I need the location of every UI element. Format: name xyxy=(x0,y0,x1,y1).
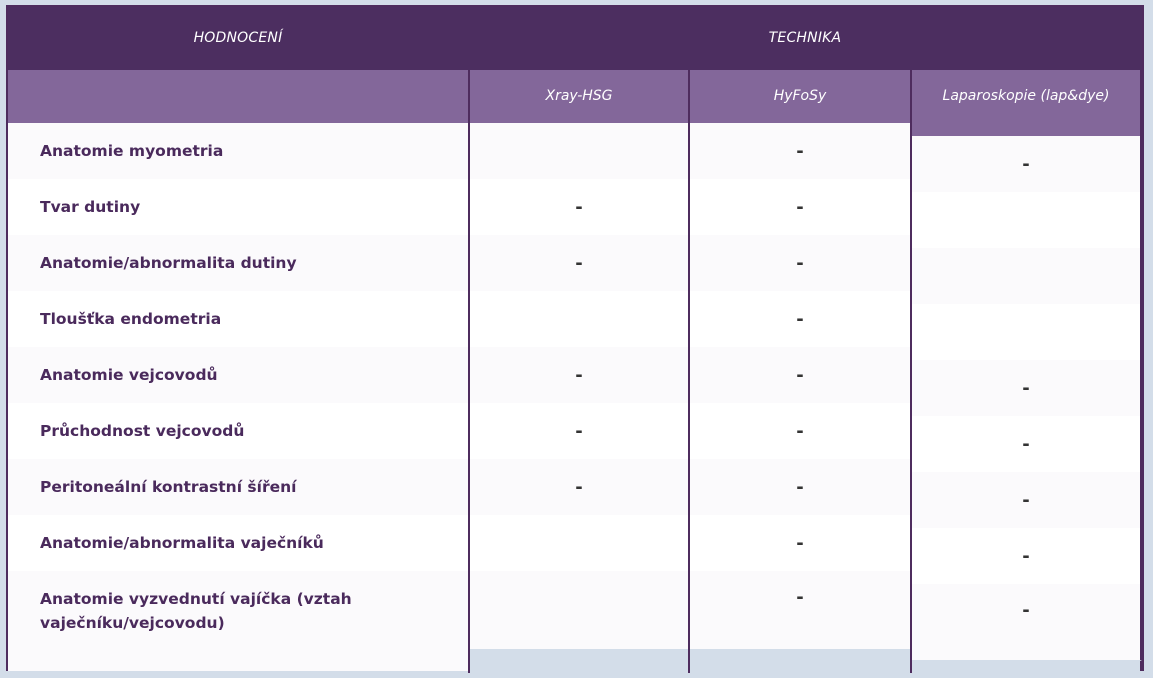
hyfosy-cell: - xyxy=(690,179,910,235)
hyfosy-cell: - xyxy=(690,347,910,403)
table-row: Anatomie/abnormalita vaječníků xyxy=(8,515,468,571)
table-row: Tvar dutiny xyxy=(8,179,468,235)
table-row: Anatomie vejcovodů xyxy=(8,347,468,403)
cell-value: - xyxy=(1022,600,1030,621)
cell-value: - xyxy=(575,364,583,386)
xray-cell xyxy=(470,515,688,571)
cell-value: - xyxy=(796,420,804,442)
table-row: Tloušťka endometria xyxy=(8,291,468,347)
laparoskopie-cell: - xyxy=(912,472,1140,528)
hyfosy-cell: - xyxy=(690,291,910,347)
xray-column-footer xyxy=(468,649,690,673)
row-label: Tvar dutiny xyxy=(40,198,141,216)
comparison-table: HODNOCENÍ TECHNIKA Anatomie myometria Tva… xyxy=(6,5,1144,673)
xray-cell: - xyxy=(470,235,688,291)
hyfosy-cell: - xyxy=(690,459,910,515)
row-label: Tloušťka endometria xyxy=(40,310,222,328)
xray-cell: - xyxy=(470,179,688,235)
cell-value xyxy=(912,192,1140,248)
hyfosy-cell: - xyxy=(690,571,910,623)
cell-value: - xyxy=(796,252,804,274)
header-hodnoceni: HODNOCENÍ xyxy=(193,30,283,46)
laparoskopie-column: Laparoskopie (lap&dye) - - - - - - xyxy=(912,70,1142,660)
row-label: Anatomie/abnormalita dutiny xyxy=(40,254,297,272)
table-row: Anatomie vyzvednutí vajíčka (vztah vaječ… xyxy=(8,571,468,637)
hyfosy-cell: - xyxy=(690,515,910,571)
table-row: Anatomie myometria xyxy=(8,123,468,179)
laparoskopie-subheader: Laparoskopie (lap&dye) xyxy=(912,70,1140,136)
cell-value: - xyxy=(575,252,583,274)
hyfosy-subheader: HyFoSy xyxy=(690,70,910,123)
cell-value: - xyxy=(1022,377,1030,399)
cell-value: - xyxy=(796,532,804,554)
cell-value: - xyxy=(575,196,583,218)
cell-value xyxy=(470,515,688,571)
cell-value: - xyxy=(796,308,804,330)
cell-value: - xyxy=(796,140,804,162)
laparoskopie-cell: - xyxy=(912,416,1140,472)
row-label: Průchodnost vejcovodů xyxy=(40,422,245,440)
cell-value xyxy=(912,304,1140,360)
cell-value: - xyxy=(796,476,804,498)
xray-cell: - xyxy=(470,347,688,403)
criteria-subheader xyxy=(8,70,468,123)
hyfosy-column: HyFoSy - - - - - - - - - xyxy=(690,70,912,673)
xray-cell xyxy=(470,123,688,179)
table-row: Průchodnost vejcovodů xyxy=(8,403,468,459)
hyfosy-cell: - xyxy=(690,123,910,179)
table-row: Peritoneální kontrastní šíření xyxy=(8,459,468,515)
header-technika: TECHNIKA xyxy=(768,30,842,46)
laparoskopie-cell xyxy=(912,248,1140,304)
cell-value: - xyxy=(1022,153,1030,175)
cell-value: - xyxy=(575,476,583,498)
laparoskopie-cell: - xyxy=(912,584,1140,625)
xray-cell xyxy=(470,291,688,347)
laparoskopie-cell: - xyxy=(912,528,1140,584)
cell-value: - xyxy=(796,587,804,608)
row-label: Anatomie myometria xyxy=(40,142,224,160)
table-row: Anatomie/abnormalita dutiny xyxy=(8,235,468,291)
cell-value xyxy=(470,571,688,639)
cell-value xyxy=(912,248,1140,304)
xray-cell: - xyxy=(470,403,688,459)
laparoskopie-cell: - xyxy=(912,136,1140,192)
hyfosy-cell: - xyxy=(690,235,910,291)
hyfosy-cell: - xyxy=(690,403,910,459)
cell-value xyxy=(470,123,688,179)
xray-cell: - xyxy=(470,459,688,515)
cell-value: - xyxy=(1022,489,1030,511)
xray-column: Xray-HSG - - - - - xyxy=(468,70,690,673)
cell-value: - xyxy=(1022,545,1030,567)
hyfosy-column-footer xyxy=(690,649,912,673)
criteria-column: Anatomie myometria Tvar dutiny Anatomie/ab… xyxy=(8,70,468,671)
cell-value: - xyxy=(1022,433,1030,455)
laparoskopie-cell: - xyxy=(912,360,1140,416)
laparoskopie-column-footer xyxy=(912,660,1142,671)
cell-value xyxy=(470,291,688,347)
row-label: Anatomie/abnormalita vaječníků xyxy=(40,534,324,552)
laparoskopie-cell xyxy=(912,192,1140,248)
cell-value: - xyxy=(575,420,583,442)
row-label: Anatomie vyzvednutí vajíčka (vztah vaječ… xyxy=(40,590,352,632)
table-header: HODNOCENÍ TECHNIKA xyxy=(8,7,1142,70)
laparoskopie-cell xyxy=(912,304,1140,360)
cell-value: - xyxy=(796,196,804,218)
xray-cell xyxy=(470,571,688,623)
xray-subheader: Xray-HSG xyxy=(470,70,688,123)
row-label: Peritoneální kontrastní šíření xyxy=(40,478,297,496)
cell-value: - xyxy=(796,364,804,386)
row-label: Anatomie vejcovodů xyxy=(40,366,218,384)
